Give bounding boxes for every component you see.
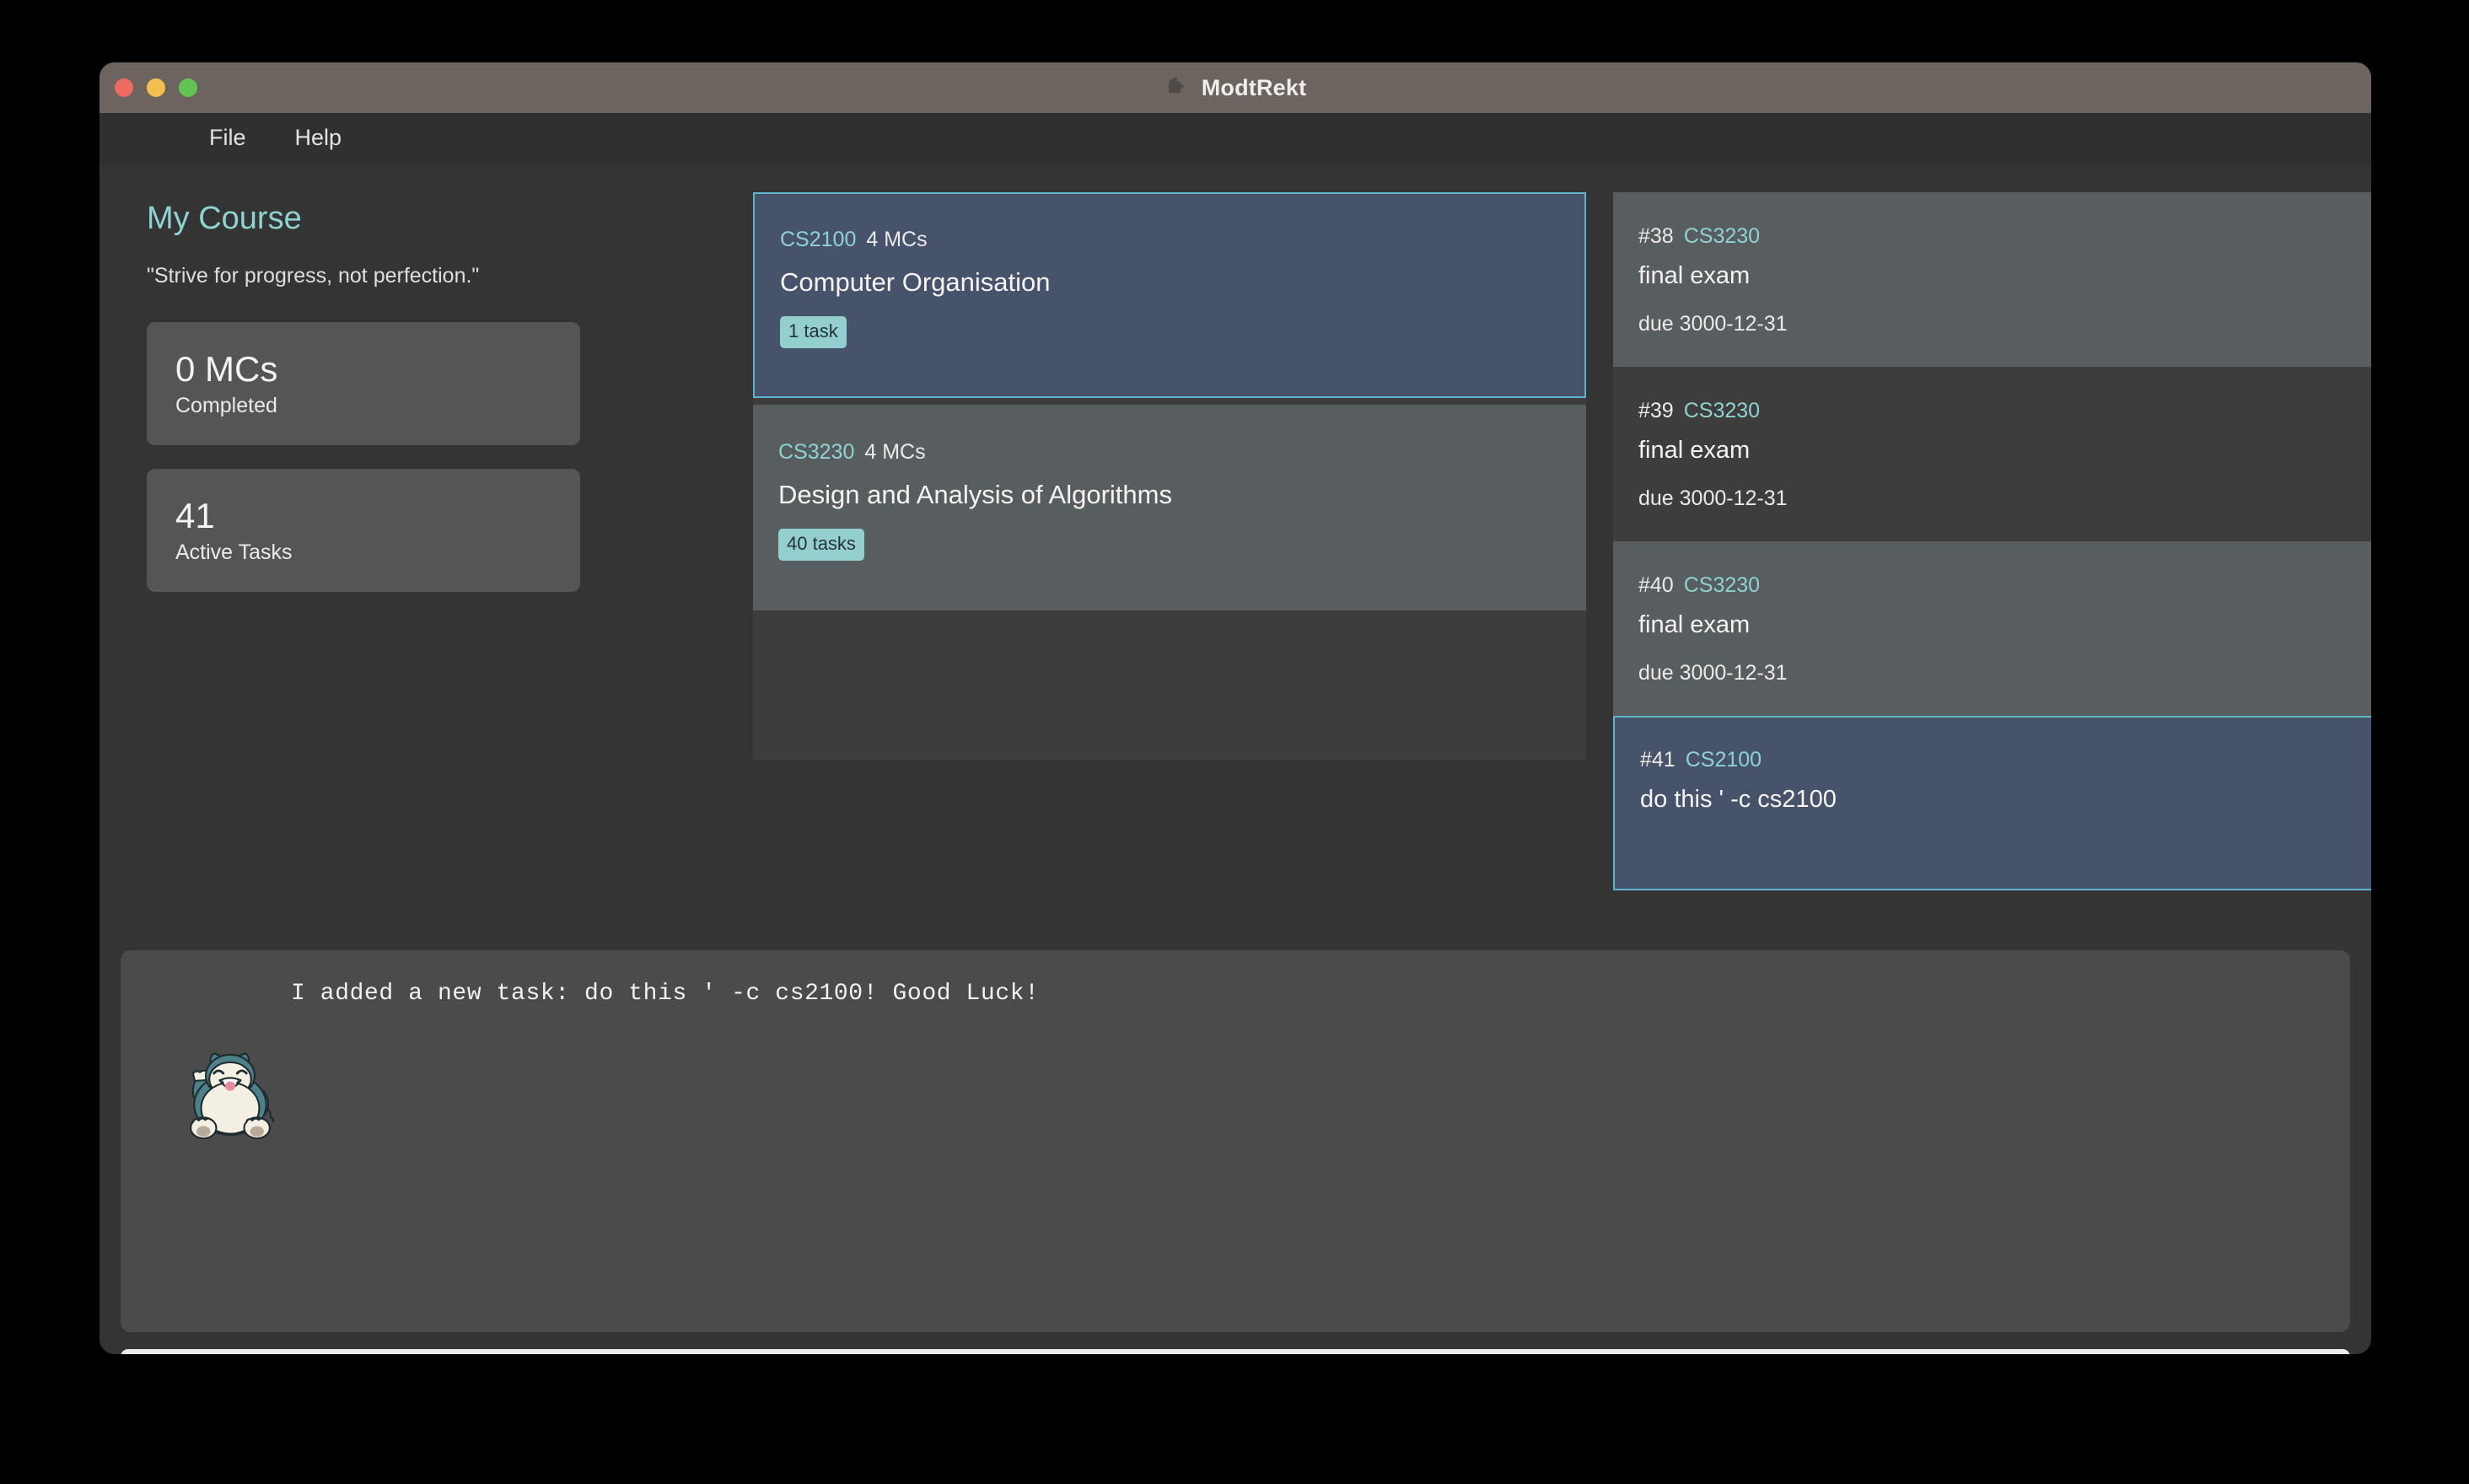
task-row[interactable]: #41 CS2100 do this ' -c cs2100	[1613, 716, 2371, 890]
stat-value: 41	[175, 496, 551, 535]
course-task-count-badge: 1 task	[780, 316, 847, 348]
course-meta: CS2100 4 MCs	[780, 228, 1559, 252]
course-card[interactable]: CS2100 4 MCs Computer Organisation 1 task	[753, 192, 1586, 398]
task-head: #41 CS2100	[1640, 748, 2371, 772]
task-row[interactable]: #39 CS3230 final exam due 3000-12-31	[1613, 367, 2371, 541]
course-mcs: 4 MCs	[866, 228, 927, 251]
task-title: final exam	[1638, 611, 2371, 639]
puzzle-piece-icon	[1165, 75, 1190, 100]
menubar: File Help	[100, 113, 2371, 164]
stat-label: Active Tasks	[175, 540, 551, 565]
task-head: #40 CS3230	[1638, 573, 2371, 598]
snorlax-svg	[178, 1040, 282, 1144]
stat-card-completed-mcs: 0 MCs Completed	[147, 322, 580, 445]
task-list-panel[interactable]: #38 CS3230 final exam due 3000-12-31 #39 C…	[1613, 192, 2371, 1007]
title-group: ModtRekt	[100, 75, 2371, 101]
course-task-count-badge: 40 tasks	[778, 529, 864, 561]
console-output-panel: I added a new task: do this ' -c cs2100!…	[121, 950, 2350, 1332]
course-name: Computer Organisation	[780, 267, 1559, 298]
stat-label: Completed	[175, 394, 551, 418]
snorlax-sprite	[178, 1040, 282, 1144]
task-course-code: CS2100	[1686, 748, 1762, 772]
sidebar: My Course "Strive for progress, not perf…	[147, 201, 686, 616]
page-title: My Course	[147, 201, 686, 237]
task-title: final exam	[1638, 262, 2371, 290]
task-course-code: CS3230	[1684, 224, 1760, 248]
task-id: #38	[1638, 224, 1674, 248]
task-due-date: due 3000-12-31	[1638, 487, 2371, 511]
task-course-code: CS3230	[1684, 399, 1760, 422]
task-head: #38 CS3230	[1638, 224, 2371, 249]
body-area: My Course "Strive for progress, not perf…	[100, 164, 2371, 1354]
window-title: ModtRekt	[1202, 75, 1307, 101]
menu-item-help[interactable]: Help	[295, 125, 342, 151]
task-id: #39	[1638, 399, 1674, 422]
task-head: #39 CS3230	[1638, 399, 2371, 423]
command-input[interactable]: Enter command here...	[121, 1349, 2350, 1354]
task-title: final exam	[1638, 437, 2371, 465]
app-window: ModtRekt File Help My Course "Strive for…	[100, 62, 2371, 1354]
menu-item-file[interactable]: File	[209, 125, 246, 151]
task-course-code: CS3230	[1684, 573, 1760, 597]
stat-card-active-tasks: 41 Active Tasks	[147, 469, 580, 592]
course-list-panel[interactable]: CS2100 4 MCs Computer Organisation 1 task…	[753, 192, 1586, 760]
stat-value: 0 MCs	[175, 349, 551, 389]
task-row[interactable]: #40 CS3230 final exam due 3000-12-31	[1613, 541, 2371, 716]
task-due-date: due 3000-12-31	[1638, 661, 2371, 686]
course-code: CS2100	[780, 228, 856, 251]
titlebar: ModtRekt	[100, 62, 2371, 113]
course-code: CS3230	[778, 440, 854, 464]
motivational-quote: "Strive for progress, not perfection."	[147, 264, 686, 288]
course-meta: CS3230 4 MCs	[778, 440, 1561, 465]
console-output-line: I added a new task: do this ' -c cs2100!…	[121, 981, 2350, 1007]
task-title: do this ' -c cs2100	[1640, 786, 2371, 814]
task-due-date: due 3000-12-31	[1638, 312, 2371, 336]
course-card[interactable]: CS3230 4 MCs Design and Analysis of Algor…	[753, 405, 1586, 610]
task-id: #41	[1640, 748, 1676, 772]
task-row[interactable]: #38 CS3230 final exam due 3000-12-31	[1613, 192, 2371, 367]
course-mcs: 4 MCs	[864, 440, 925, 464]
course-name: Design and Analysis of Algorithms	[778, 480, 1561, 510]
task-id: #40	[1638, 573, 1674, 597]
